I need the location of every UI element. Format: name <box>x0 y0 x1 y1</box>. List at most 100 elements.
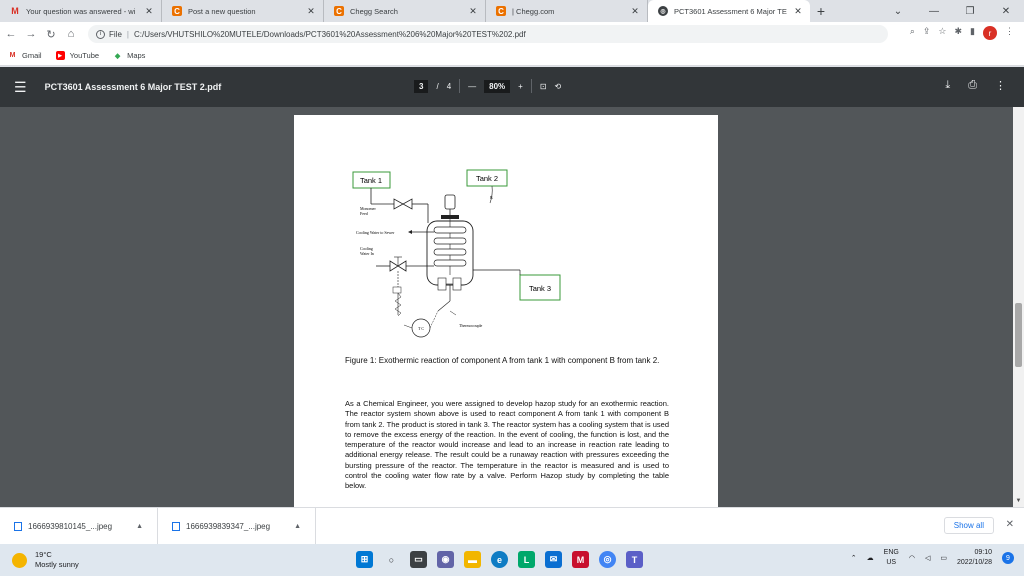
zoom-input[interactable]: 80% <box>484 79 511 93</box>
pdf-page: Tank 1 Tank 2 Tank 3 Monomer Feed B Cool… <box>294 115 718 507</box>
battery-icon[interactable]: ▭ <box>940 554 947 562</box>
bookmark-youtube[interactable]: ▶ YouTube <box>55 51 99 60</box>
download-shelf: 1666939810145_...jpeg ▲ 1666939839347_..… <box>0 507 1024 545</box>
language: ENG <box>883 549 899 556</box>
tab-title: PCT3601 Assessment 6 Major TE <box>674 6 787 16</box>
close-icon[interactable]: ✕ <box>467 6 479 17</box>
info-icon[interactable]: i <box>96 29 105 39</box>
edge-icon[interactable]: e <box>491 551 508 568</box>
thermocouple-label: Thermocouple <box>459 323 483 328</box>
tab-post-question[interactable]: C Post a new question ✕ <box>162 0 324 22</box>
download-item[interactable]: 1666939839347_...jpeg ▲ <box>158 507 316 545</box>
chevron-up-icon[interactable]: ▲ <box>294 523 301 530</box>
weather-text: 19°C Mostly sunny <box>35 550 79 570</box>
monomer-feed-label-2: Feed <box>360 211 368 216</box>
maximize-button[interactable]: ❐ <box>952 0 988 22</box>
chevron-up-icon[interactable]: ⌃ <box>851 554 857 562</box>
share-icon[interactable]: ⇪ <box>923 26 931 40</box>
pdf-viewer[interactable]: Tank 1 Tank 2 Tank 3 Monomer Feed B Cool… <box>0 107 1013 507</box>
clock[interactable]: 09:10 2022/10/28 <box>957 548 992 568</box>
gmail-icon: M <box>11 6 19 16</box>
url-text: C:/Users/VHUTSHILO%20MUTELE/Downloads/PC… <box>133 29 526 39</box>
chegg-icon: C <box>496 6 506 16</box>
pdf-toolbar: ☰ PCT3601 Assessment 6 Major TEST 2.pdf … <box>0 67 1024 107</box>
rotate-icon[interactable]: ⟲ <box>555 82 562 91</box>
mail-icon[interactable]: ✉ <box>545 551 562 568</box>
download-icon[interactable]: ⤓ <box>945 79 950 92</box>
minimize-button[interactable]: — <box>916 0 952 22</box>
scrollbar-thumb[interactable] <box>1015 303 1022 367</box>
chat-icon[interactable]: ◉ <box>437 551 454 568</box>
bookmark-gmail[interactable]: M Gmail <box>8 51 42 60</box>
address-bar[interactable]: i File | C:/Users/VHUTSHILO%20MUTELE/Dow… <box>88 25 888 43</box>
zoom-icon[interactable]: ⌕ <box>910 26 915 40</box>
page-separator: / <box>436 81 439 91</box>
new-tab-button[interactable]: + <box>810 0 832 22</box>
tab-gmail[interactable]: M Your question was answered - wi ✕ <box>0 0 162 22</box>
globe-icon: ◎ <box>658 6 668 16</box>
tab-search-icon[interactable]: ⌄ <box>880 0 916 22</box>
file-explorer-icon[interactable]: ▬ <box>464 551 481 568</box>
bookmarks-bar: M Gmail ▶ YouTube ◆ Maps <box>0 46 1024 66</box>
mcafee-icon[interactable]: M <box>572 551 589 568</box>
close-icon[interactable]: ✕ <box>629 6 641 17</box>
tc-label: T C <box>418 326 424 331</box>
pdf-controls: 3 / 4 — 80% + ⊡ ⟲ <box>414 79 561 93</box>
figure-caption: Figure 1: Exothermic reaction of compone… <box>345 356 660 365</box>
chrome-icon[interactable]: ◎ <box>599 551 616 568</box>
zoom-out-button[interactable]: — <box>468 82 476 91</box>
volume-icon[interactable]: ◁ <box>925 554 930 562</box>
fit-page-icon[interactable]: ⊡ <box>540 82 547 91</box>
time: 09:10 <box>974 549 992 556</box>
viewer-scrollbar[interactable]: ▼ <box>1013 107 1024 507</box>
tab-title: | Chegg.com <box>512 6 555 16</box>
bookmark-maps[interactable]: ◆ Maps <box>113 51 146 60</box>
divider <box>459 79 461 93</box>
back-icon[interactable]: ← <box>2 28 20 40</box>
gmail-icon: M <box>9 52 16 59</box>
bookmark-label: Maps <box>127 51 146 60</box>
page-number-input[interactable]: 3 <box>414 79 429 93</box>
home-icon[interactable]: ⌂ <box>62 28 80 40</box>
forward-icon[interactable]: → <box>22 28 40 40</box>
notification-badge[interactable]: 9 <box>1002 552 1014 564</box>
reload-icon[interactable]: ↻ <box>42 28 60 41</box>
chegg-icon: C <box>334 6 344 16</box>
download-item[interactable]: 1666939810145_...jpeg ▲ <box>0 507 158 545</box>
close-icon[interactable]: ✕ <box>143 6 155 17</box>
tab-chegg-search[interactable]: C Chegg Search ✕ <box>324 0 486 22</box>
profile-avatar[interactable]: r <box>983 26 997 40</box>
url-separator: | <box>126 29 129 39</box>
print-icon[interactable]: ⎙ <box>968 79 977 92</box>
windows-start-icon[interactable]: ⊞ <box>356 551 373 568</box>
extensions-icon[interactable]: ✱ <box>955 26 963 40</box>
search-icon[interactable]: ○ <box>383 551 400 568</box>
close-icon[interactable]: ✕ <box>792 6 804 17</box>
more-options-icon[interactable]: ⋮ <box>995 79 1006 92</box>
language-indicator[interactable]: ENG US <box>884 548 899 568</box>
tab-strip: M Your question was answered - wi ✕ C Po… <box>0 0 1024 22</box>
bookmark-star-icon[interactable]: ☆ <box>938 26 946 40</box>
browser-menu-icon[interactable]: ⋮ <box>1005 26 1014 40</box>
image-file-icon <box>172 521 180 531</box>
close-icon[interactable]: ✕ <box>305 6 317 17</box>
chevron-up-icon[interactable]: ▲ <box>136 523 143 530</box>
scroll-down-icon[interactable]: ▼ <box>1013 498 1024 507</box>
close-icon[interactable]: ✕ <box>1006 519 1014 530</box>
zoom-in-button[interactable]: + <box>518 82 523 91</box>
toolbar-actions: ⌕ ⇪ ☆ ✱ ▮ r ⋮ <box>910 26 1014 40</box>
weather-widget[interactable]: 19°C Mostly sunny <box>12 550 79 570</box>
tab-chegg-com[interactable]: C | Chegg.com ✕ <box>486 0 648 22</box>
tab-pdf[interactable]: ◎ PCT3601 Assessment 6 Major TE ✕ <box>648 0 810 22</box>
cloud-icon[interactable]: ☁ <box>867 554 874 562</box>
sidebar-menu-icon[interactable]: ☰ <box>14 79 27 96</box>
store-icon[interactable]: L <box>518 551 535 568</box>
tab-title: Post a new question <box>188 6 256 16</box>
wifi-icon[interactable]: ◠ <box>909 554 915 562</box>
task-view-icon[interactable]: ▭ <box>410 551 427 568</box>
teams-icon[interactable]: T <box>626 551 643 568</box>
maps-icon: ◆ <box>114 52 121 60</box>
show-all-button[interactable]: Show all <box>943 517 994 534</box>
side-panel-icon[interactable]: ▮ <box>970 26 975 40</box>
window-close-button[interactable]: ✕ <box>988 0 1024 22</box>
